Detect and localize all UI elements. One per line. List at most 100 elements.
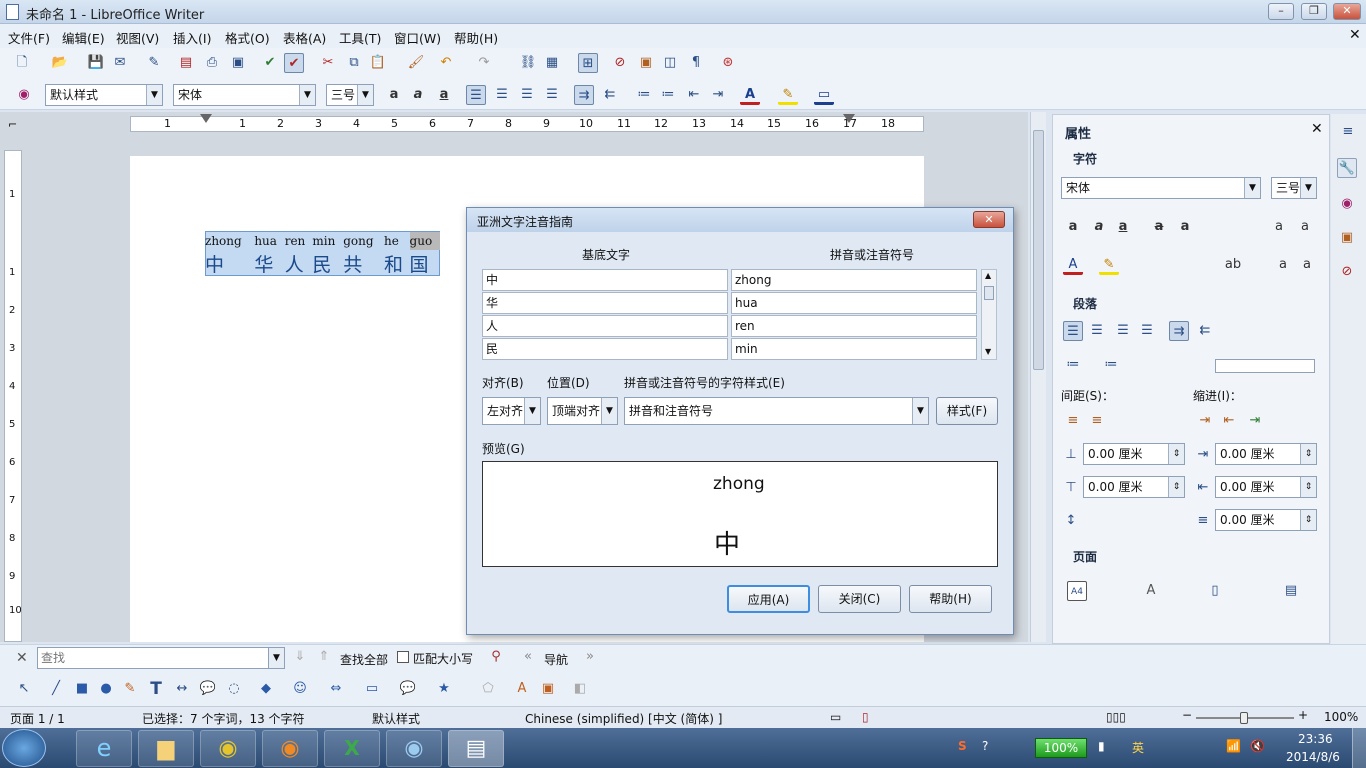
stars-icon[interactable]: ★ [434,679,454,699]
close-findbar-icon[interactable]: ✕ [16,650,28,666]
sidebar-rtl-icon[interactable]: ⇇ [1195,321,1215,341]
autospell-icon[interactable]: ✔ [284,53,304,73]
vertical-callout-icon[interactable]: ◌ [224,679,244,699]
text-icon[interactable]: T [146,679,166,699]
scroll-up-icon[interactable]: ▲ [985,271,991,280]
paragraph-background-color[interactable] [1215,359,1315,373]
digital-signature-icon[interactable]: ▯ [862,710,869,724]
ime-tray-icon[interactable]: 英 [1132,739,1144,756]
paragraph-style-select[interactable]: 默认样式 ▼ [45,84,163,106]
nav-back-icon[interactable]: « [518,647,538,667]
left-indent-marker[interactable] [200,114,212,123]
excel-task-icon[interactable]: X [324,730,380,767]
nav-forward-icon[interactable]: » [580,647,600,667]
callout-icon[interactable]: 💬 [198,679,218,699]
background-color-icon[interactable]: ▭ [814,85,834,105]
find-history-dropdown[interactable]: ▼ [268,647,285,669]
charstyle-select[interactable]: 拼音和注音符号 ▼ [624,397,929,425]
formatting-marks-icon[interactable]: ¶ [686,53,706,73]
sidebar-align-center-icon[interactable]: ☰ [1087,321,1107,341]
font-size-select[interactable]: 三号 ▼ [326,84,374,106]
freeform-icon[interactable]: ✎ [120,679,140,699]
page-orientation-icon[interactable]: A4 [1067,581,1087,601]
start-button[interactable] [2,729,46,767]
sidebar-ltr-icon[interactable]: ⇉ [1169,321,1189,341]
select-arrow-icon[interactable]: ↖ [14,679,34,699]
scroll-thumb[interactable] [1033,130,1044,370]
styles-tab-icon[interactable]: ◉ [1337,194,1357,214]
sidebar-font-color-icon[interactable]: A [1063,255,1083,275]
align-right-icon[interactable]: ☰ [517,85,537,105]
rtl-icon[interactable]: ⇇ [600,85,620,105]
line-spacing-icon[interactable]: ↕ [1061,511,1081,531]
sogou-tray-icon[interactable]: S [958,739,967,753]
position-select[interactable]: 顶端对齐 ▼ [547,397,618,425]
spellcheck-icon[interactable]: ✔ [260,53,280,73]
match-case-label[interactable]: 匹配大小写 [413,650,473,667]
numbering-icon[interactable]: ≔ [634,85,654,105]
rows-scrollbar[interactable]: ▲ ▼ [981,269,997,360]
insert-image-icon[interactable]: ▣ [538,679,558,699]
pdf-export-icon[interactable]: ▤ [176,53,196,73]
menu-help[interactable]: 帮助(H) [454,28,498,47]
ruby-cell[interactable]: ren [731,315,977,337]
help-lifebuoy-icon[interactable]: ⊛ [718,53,738,73]
block-arrows-icon[interactable]: ⇔ [326,679,346,699]
scroll-down-icon[interactable]: ▼ [985,347,991,356]
symbol-shapes-icon[interactable]: ☺ [290,679,310,699]
apply-button[interactable]: 应用(A) [727,585,810,613]
ltr-icon[interactable]: ⇉ [574,85,594,105]
cut-icon[interactable]: ✂ [318,53,338,73]
sidebar-bold-icon[interactable]: a [1063,217,1083,237]
style-status[interactable]: 默认样式 [372,710,420,727]
dimension-line-icon[interactable]: ↔ [172,679,192,699]
highlight-icon[interactable]: ✎ [778,85,798,105]
menu-window[interactable]: 窗口(W) [394,28,441,47]
increase-spacing-icon[interactable]: ≡ [1063,411,1083,431]
menu-insert[interactable]: 插入(I) [173,28,211,47]
hyperlink-icon[interactable]: ⛓ [518,53,538,73]
font-color-icon[interactable]: A [740,85,760,105]
scroll-thumb[interactable] [984,286,994,300]
new-document-icon[interactable]: 🗋 [12,53,32,73]
dialog-close-button[interactable]: ✕ [973,211,1005,228]
base-cell[interactable]: 民 [482,338,728,360]
increase-indent-icon-side[interactable]: ⇥ [1195,411,1215,431]
save-icon[interactable]: 💾 [86,53,106,73]
sidebar-italic-icon[interactable]: a [1089,217,1109,237]
clone-format-icon[interactable]: 🖌 [406,53,426,73]
above-spacing-field[interactable]: 0.00 厘米 ⇕ [1083,443,1185,465]
basic-shapes-icon[interactable]: ◆ [256,679,276,699]
navigation-label[interactable]: 导航 [544,651,568,668]
battery-indicator[interactable]: 100% [1035,738,1087,758]
bold-icon[interactable]: a [384,85,404,105]
sidebar-subscript-icon[interactable]: a [1297,255,1317,275]
close-sidebar-icon[interactable]: ✕ [1311,121,1323,137]
network-tray-icon[interactable]: 📶 [1226,739,1241,753]
find-next-icon[interactable]: ⇓ [290,647,310,667]
gallery-tab-icon[interactable]: ▣ [1337,228,1357,248]
firefox-task-icon[interactable]: ◉ [262,730,318,767]
email-icon[interactable]: ✉ [110,53,130,73]
gallery-icon[interactable]: ▣ [636,53,656,73]
close-window-button[interactable]: ✕ [1333,3,1361,20]
writer-task-icon[interactable]: ▤ [448,730,504,767]
font-name-select[interactable]: 宋体 ▼ [173,84,316,106]
sidebar-justify-icon[interactable]: ☰ [1137,321,1157,341]
match-case-checkbox[interactable] [397,651,409,663]
callouts-icon[interactable]: 💬 [398,679,418,699]
vertical-scrollbar[interactable] [1030,112,1046,642]
before-indent-field[interactable]: 0.00 厘米 ⇕ [1215,443,1317,465]
fontwork-icon[interactable]: A [512,679,532,699]
styles-button[interactable]: 样式(F) [936,397,998,425]
volume-tray-icon[interactable]: 🔇 [1250,739,1265,753]
increase-indent-icon[interactable]: ⇥ [708,85,728,105]
copy-icon[interactable]: ⧉ [344,53,364,73]
restore-button[interactable]: ❐ [1301,3,1327,20]
help-tray-icon[interactable]: ? [982,739,988,753]
sidebar-align-left-icon[interactable]: ☰ [1063,321,1083,341]
rectangle-icon[interactable]: ■ [72,679,92,699]
page-margins-icon[interactable]: ▯ [1205,581,1225,601]
find-replace-icon[interactable]: ⚲ [486,647,506,667]
decrease-indent-icon[interactable]: ⇤ [684,85,704,105]
